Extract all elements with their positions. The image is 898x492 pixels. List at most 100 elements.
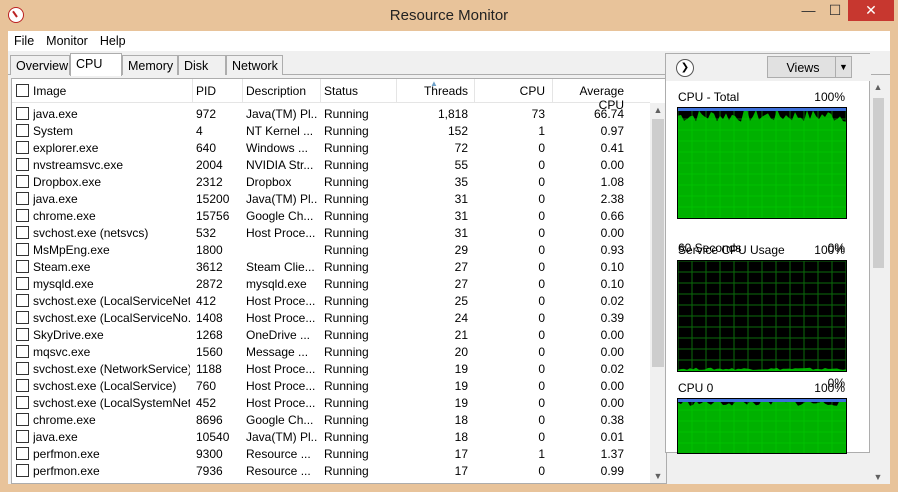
scroll-up-icon[interactable]: ▲ — [650, 103, 666, 117]
row-checkbox[interactable] — [16, 141, 29, 154]
cell-average-cpu: 0.00 — [600, 396, 624, 410]
table-row[interactable]: Steam.exe 3612 Steam Clie... Running 27 0 0.10 — [12, 258, 650, 275]
tab-network[interactable]: Network — [226, 55, 283, 75]
column-separator[interactable] — [552, 79, 553, 103]
cell-pid: 532 — [196, 226, 217, 240]
tab-disk[interactable]: Disk — [178, 55, 226, 75]
column-separator[interactable] — [474, 79, 475, 103]
views-button[interactable]: Views ▼ — [767, 56, 852, 78]
table-row[interactable]: mqsvc.exe 1560 Message ... Running 20 0 0.00 — [12, 343, 650, 360]
row-checkbox[interactable] — [16, 447, 29, 460]
table-row[interactable]: chrome.exe 8696 Google Ch... Running 18 0 0.38 — [12, 411, 650, 428]
row-checkbox[interactable] — [16, 175, 29, 188]
cell-pid: 1188 — [196, 362, 222, 376]
table-row[interactable]: java.exe 10540 Java(TM) Pl... Running 18 0 0.0… — [12, 428, 650, 445]
scroll-thumb[interactable] — [873, 98, 884, 268]
scroll-up-icon[interactable]: ▲ — [870, 80, 886, 94]
column-separator[interactable] — [396, 79, 397, 103]
scroll-thumb[interactable] — [652, 119, 664, 367]
table-row[interactable]: explorer.exe 640 Windows ... Running 72 0 0.41 — [12, 139, 650, 156]
chevron-down-icon[interactable]: ▼ — [835, 57, 851, 77]
scroll-down-icon[interactable]: ▼ — [870, 470, 886, 484]
cell-average-cpu: 0.01 — [600, 430, 624, 444]
table-row[interactable]: svchost.exe (LocalServiceNo... 1408 Host P… — [12, 309, 650, 326]
column-cpu[interactable]: CPU — [478, 84, 545, 98]
row-checkbox[interactable] — [16, 107, 29, 120]
row-checkbox[interactable] — [16, 413, 29, 426]
table-row[interactable]: SkyDrive.exe 1268 OneDrive ... Running 21 0 0.… — [12, 326, 650, 343]
scroll-down-icon[interactable]: ▼ — [650, 469, 666, 483]
column-separator[interactable] — [242, 79, 243, 103]
cell-pid: 1800 — [196, 243, 223, 257]
table-row[interactable]: svchost.exe (LocalServiceNet... 412 Host P… — [12, 292, 650, 309]
menu-help[interactable]: Help — [94, 31, 132, 48]
column-status[interactable]: Status — [324, 84, 358, 98]
collapse-graphs-icon[interactable]: ❯ — [676, 59, 694, 77]
table-row[interactable]: MsMpEng.exe 1800 Running 29 0 0.93 — [12, 241, 650, 258]
cell-average-cpu: 0.00 — [600, 345, 624, 359]
row-checkbox[interactable] — [16, 243, 29, 256]
cell-threads: 19 — [454, 396, 468, 410]
close-button[interactable]: ✕ — [848, 0, 894, 21]
cell-average-cpu: 66.74 — [593, 107, 624, 121]
cell-status: Running — [324, 209, 369, 223]
table-row[interactable]: chrome.exe 15756 Google Ch... Running 31 0 0.6… — [12, 207, 650, 224]
column-pid[interactable]: PID — [196, 84, 216, 98]
row-checkbox[interactable] — [16, 464, 29, 477]
table-row[interactable]: perfmon.exe 9300 Resource ... Running 17 1 1.3… — [12, 445, 650, 462]
tab-cpu[interactable]: CPU — [70, 53, 122, 76]
table-row[interactable]: mysqld.exe 2872 mysqld.exe Running 27 0 0.10 — [12, 275, 650, 292]
table-vertical-scrollbar[interactable]: ▲ ▼ — [650, 103, 666, 483]
row-checkbox[interactable] — [16, 209, 29, 222]
row-checkbox[interactable] — [16, 294, 29, 307]
row-checkbox[interactable] — [16, 328, 29, 341]
table-row[interactable]: java.exe 15200 Java(TM) Pl... Running 31 0 2.3… — [12, 190, 650, 207]
cell-image: SkyDrive.exe — [33, 328, 104, 342]
cell-image: svchost.exe (LocalServiceNo... — [33, 311, 190, 325]
table-row[interactable]: System 4 NT Kernel ... Running 152 1 0.97 — [12, 122, 650, 139]
menu-file[interactable]: File — [8, 31, 40, 48]
tab-memory[interactable]: Memory — [122, 55, 178, 75]
cell-pid: 1560 — [196, 345, 223, 359]
maximize-button[interactable]: ☐ — [822, 0, 848, 21]
table-row[interactable]: svchost.exe (NetworkService) 1188 Host Pro… — [12, 360, 650, 377]
table-row[interactable]: java.exe 972 Java(TM) Pl... Running 1,818 73 6… — [12, 105, 650, 122]
row-checkbox[interactable] — [16, 311, 29, 324]
table-row[interactable]: nvstreamsvc.exe 2004 NVIDIA Str... Running 5… — [12, 156, 650, 173]
row-checkbox[interactable] — [16, 277, 29, 290]
row-checkbox[interactable] — [16, 226, 29, 239]
row-checkbox[interactable] — [16, 345, 29, 358]
row-checkbox[interactable] — [16, 158, 29, 171]
table-row[interactable]: svchost.exe (netsvcs) 532 Host Proce... Run… — [12, 224, 650, 241]
cell-pid: 1408 — [196, 311, 223, 325]
cell-cpu: 0 — [538, 362, 545, 376]
table-row[interactable]: Dropbox.exe 2312 Dropbox Running 35 0 1.08 — [12, 173, 650, 190]
row-checkbox[interactable] — [16, 430, 29, 443]
column-image[interactable]: Image — [33, 84, 66, 98]
row-checkbox[interactable] — [16, 379, 29, 392]
row-checkbox[interactable] — [16, 192, 29, 205]
cell-cpu: 0 — [538, 260, 545, 274]
table-row[interactable]: svchost.exe (LocalSystemNet... 452 Host Pr… — [12, 394, 650, 411]
row-checkbox[interactable] — [16, 124, 29, 137]
cell-threads: 19 — [454, 362, 468, 376]
menu-monitor[interactable]: Monitor — [40, 31, 94, 48]
table-row[interactable]: svchost.exe (LocalService) 760 Host Proce.… — [12, 377, 650, 394]
row-checkbox[interactable] — [16, 260, 29, 273]
cell-threads: 31 — [454, 192, 468, 206]
row-checkbox[interactable] — [16, 396, 29, 409]
minimize-button[interactable]: — — [795, 0, 822, 21]
select-all-checkbox[interactable] — [16, 84, 29, 97]
cell-status: Running — [324, 124, 369, 138]
graph-vertical-scrollbar[interactable]: ▲ ▼ — [870, 80, 887, 484]
title-bar[interactable]: Resource Monitor — ☐ ✕ — [0, 0, 898, 31]
table-header: Image PID Description Status ▲ Threads C… — [12, 79, 650, 112]
column-description[interactable]: Description — [246, 84, 306, 98]
table-row[interactable]: perfmon.exe 7936 Resource ... Running 17 0 0.9… — [12, 462, 650, 479]
cell-pid: 8696 — [196, 413, 223, 427]
column-separator[interactable] — [320, 79, 321, 103]
column-threads[interactable]: Threads — [400, 84, 468, 98]
column-separator[interactable] — [192, 79, 193, 103]
tab-overview[interactable]: Overview — [10, 55, 70, 75]
row-checkbox[interactable] — [16, 362, 29, 375]
